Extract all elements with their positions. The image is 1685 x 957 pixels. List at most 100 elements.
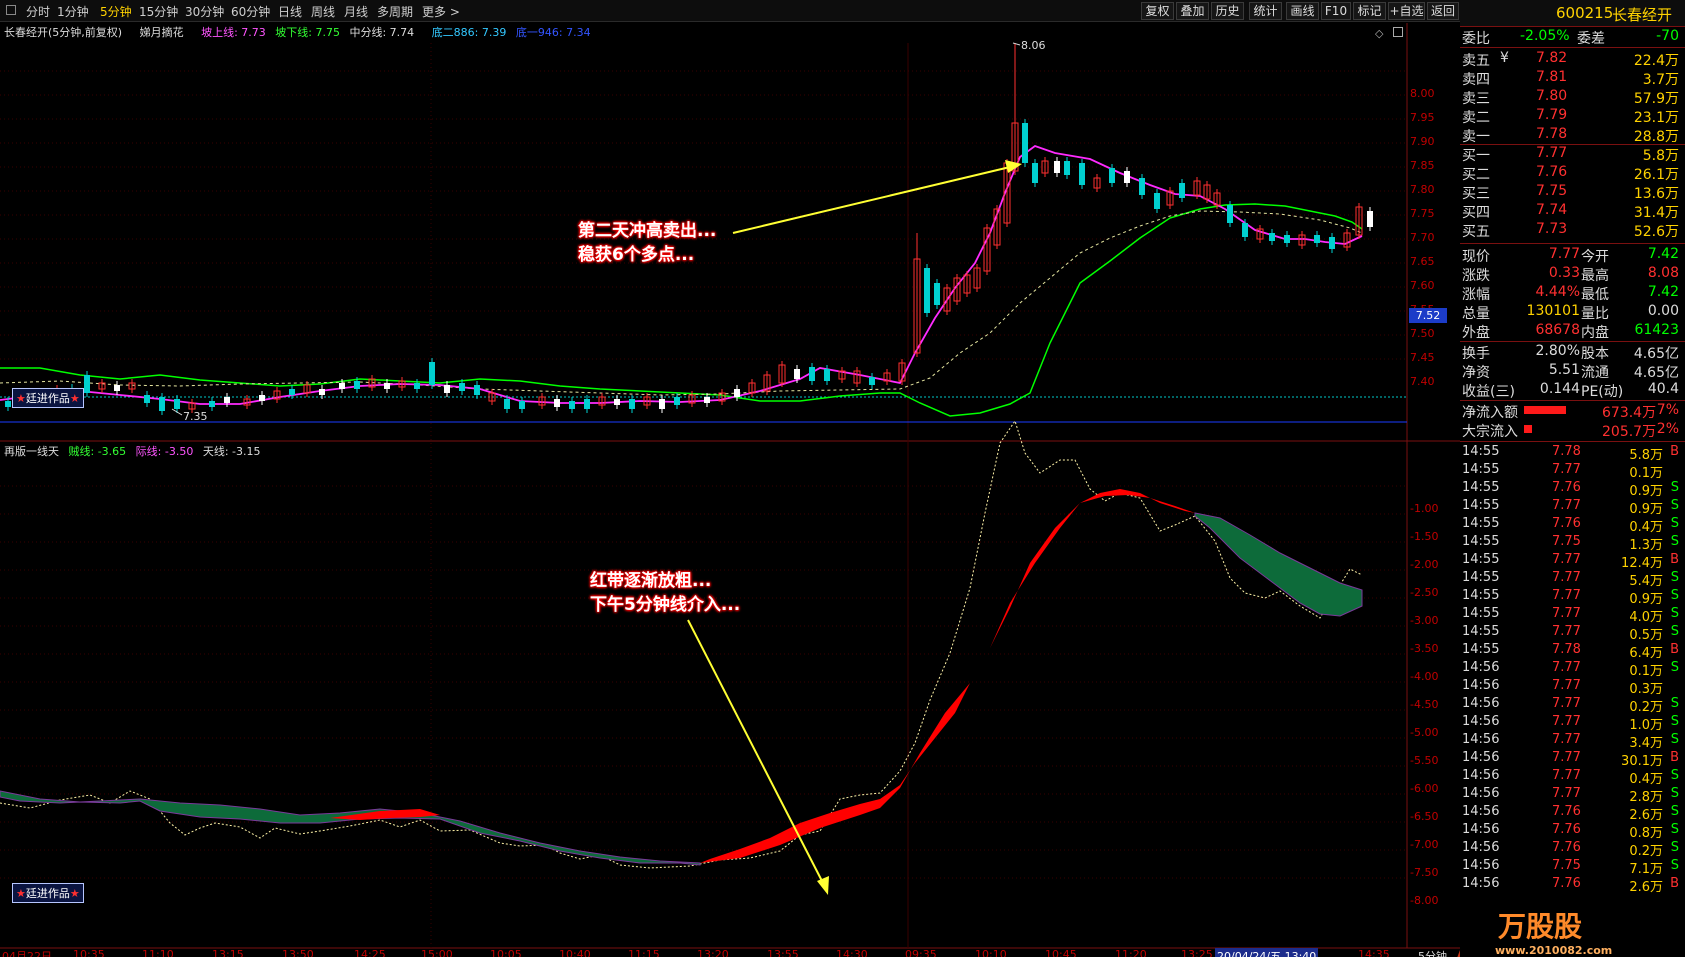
arrow-bottom-head [817, 876, 829, 895]
finance-cell: 0.144 [1539, 381, 1580, 397]
tick-row[interactable]: 14:56 7.75 7.1万 S [1460, 857, 1685, 877]
quote-cell: 最高 [1581, 268, 1609, 284]
chart-area[interactable]: 8.06 7.35 长春经开(5分钟,前复权) 娣月摘花 坡上线: 7.73 坡… [0, 23, 1460, 957]
quote-cell: 130101 [1526, 303, 1580, 319]
tick-cell: S [1670, 696, 1679, 711]
fund-flow-cell: 净流入额 [1462, 405, 1518, 421]
tick-cell: 7.77 [1552, 750, 1581, 765]
tick-cell: S [1670, 660, 1679, 675]
window-menu-icon[interactable] [6, 5, 16, 15]
tick-row[interactable]: 14:56 7.77 2.8万 S [1460, 785, 1685, 805]
tab-weekly[interactable]: 周线 [311, 3, 335, 20]
sub-title[interactable]: 再版一线天 [4, 445, 59, 458]
orderbook-price: 7.77 [1536, 145, 1568, 161]
finance-cell: 换手 [1462, 346, 1490, 362]
orderbook-row[interactable]: 卖三 7.80 57.9万 [1460, 87, 1685, 107]
tab-60min[interactable]: 60分钟 [231, 3, 270, 20]
orderbook-row[interactable]: 买五 7.73 52.6万 [1460, 220, 1685, 240]
adjust-button[interactable]: 复权 [1141, 2, 1174, 20]
tick-row[interactable]: 14:56 7.76 0.2万 S [1460, 839, 1685, 859]
tick-row[interactable]: 14:55 7.77 4.0万 S [1460, 605, 1685, 625]
tab-fenshi[interactable]: 分时 [26, 3, 50, 20]
history-button[interactable]: 历史 [1211, 2, 1244, 20]
time-tick-label: 10:45 [1045, 948, 1077, 957]
tick-cell: 7.76 [1552, 822, 1581, 837]
tick-row[interactable]: 14:56 7.77 0.3万 [1460, 677, 1685, 697]
orderbook-row[interactable]: 买三 7.75 13.6万 [1460, 182, 1685, 202]
orderbook-row[interactable]: 卖一 7.78 28.8万 [1460, 125, 1685, 145]
time-tick-label: 11:10 [142, 948, 174, 957]
tick-row[interactable]: 14:56 7.77 0.2万 S [1460, 695, 1685, 715]
tick-cell: 7.77 [1552, 768, 1581, 783]
orderbook-volume: 28.8万 [1633, 129, 1679, 145]
tick-row[interactable]: 14:55 7.76 0.9万 S [1460, 479, 1685, 499]
tick-list[interactable]: 14:55 7.78 5.8万 B 14:55 7.77 0.1万 14:55 7.76 0.9万… [1460, 443, 1685, 957]
orderbook-row[interactable]: 买二 7.76 26.1万 [1460, 163, 1685, 183]
tick-row[interactable]: 14:56 7.77 0.4万 S [1460, 767, 1685, 787]
finance-cell: 股本 [1581, 346, 1609, 362]
tick-cell: 14:55 [1462, 498, 1500, 513]
orderbook-row[interactable]: 卖五 ¥7.82 22.4万 [1460, 49, 1685, 69]
tick-row[interactable]: 14:55 7.76 0.4万 S [1460, 515, 1685, 535]
tick-row[interactable]: 14:55 7.77 12.4万 B [1460, 551, 1685, 571]
tick-row[interactable]: 14:55 7.78 5.8万 B [1460, 443, 1685, 463]
back-button[interactable]: 返回 [1427, 2, 1459, 20]
tick-row[interactable]: 14:56 7.77 30.1万 B [1460, 749, 1685, 769]
tick-row[interactable]: 14:55 7.77 5.4万 S [1460, 569, 1685, 589]
upper-line-value: 坡上线: 7.73 [201, 26, 266, 39]
tick-row[interactable]: 14:56 7.77 3.4万 S [1460, 731, 1685, 751]
f10-button[interactable]: F10 [1321, 2, 1351, 20]
tab-1min[interactable]: 1分钟 [57, 3, 89, 20]
tick-row[interactable]: 14:56 7.77 1.0万 S [1460, 713, 1685, 733]
orderbook-row[interactable]: 买四 7.74 31.4万 [1460, 201, 1685, 221]
draw-button[interactable]: 画线 [1286, 2, 1319, 20]
tab-5min[interactable]: 5分钟 [100, 3, 132, 20]
main-legend: 长春经开(5分钟,前复权) 娣月摘花 坡上线: 7.73 坡下线: 7.75 中… [4, 24, 591, 40]
ribbon-green-right [1194, 512, 1363, 617]
tick-cell: 14:55 [1462, 534, 1500, 549]
diamond-icon[interactable]: ◇ [1375, 27, 1383, 40]
tick-row[interactable]: 14:56 7.76 2.6万 B [1460, 875, 1685, 895]
skyline-dotted [0, 419, 1363, 869]
tab-15min[interactable]: 15分钟 [139, 3, 178, 20]
tick-row[interactable]: 14:55 7.77 0.9万 S [1460, 587, 1685, 607]
tick-cell: B [1670, 750, 1679, 765]
tick-cell: 14:55 [1462, 624, 1500, 639]
stats-button[interactable]: 统计 [1249, 2, 1282, 20]
tab-more[interactable]: 更多 > [422, 3, 460, 20]
tick-row[interactable]: 14:56 7.76 0.8万 S [1460, 821, 1685, 841]
tick-row[interactable]: 14:55 7.75 1.3万 S [1460, 533, 1685, 553]
quote-cell: 内盘 [1581, 325, 1609, 341]
tick-cell: 14:55 [1462, 642, 1500, 657]
sub-tick-label: -4.00 [1410, 670, 1439, 683]
tick-row[interactable]: 14:55 7.77 0.9万 S [1460, 497, 1685, 517]
tick-cell: 7.78 [1552, 642, 1581, 657]
order-book: 卖五 ¥7.82 22.4万 卖四 7.81 3.7万 卖三 7.80 57.9万 卖二 7.79 2… [1460, 49, 1685, 241]
tick-row[interactable]: 14:55 7.77 0.5万 S [1460, 623, 1685, 643]
time-tick-label: 10:35 [73, 948, 105, 957]
tick-row[interactable]: 14:55 7.78 6.4万 B [1460, 641, 1685, 661]
orderbook-volume: 23.1万 [1633, 110, 1679, 126]
fund-flow-cell: 7% [1656, 402, 1679, 418]
tick-row[interactable]: 14:55 7.77 0.1万 [1460, 461, 1685, 481]
expand-icon[interactable] [1393, 27, 1403, 37]
orderbook-row[interactable]: 卖四 7.81 3.7万 [1460, 68, 1685, 88]
add-watchlist-button[interactable]: +自选 [1388, 2, 1425, 20]
bottom1-value: 底一946: 7.34 [515, 26, 591, 39]
overlay-button[interactable]: 叠加 [1176, 2, 1209, 20]
tab-monthly[interactable]: 月线 [344, 3, 368, 20]
tab-30min[interactable]: 30分钟 [185, 3, 224, 20]
fund-flow-bar [1524, 425, 1532, 433]
orderbook-volume: 57.9万 [1633, 91, 1679, 107]
tick-row[interactable]: 14:56 7.76 2.6万 S [1460, 803, 1685, 823]
orderbook-price: 7.75 [1536, 183, 1568, 199]
indicator-name[interactable]: 娣月摘花 [140, 26, 184, 39]
orderbook-volume: 22.4万 [1633, 53, 1679, 69]
orderbook-row[interactable]: 买一 7.77 5.8万 [1460, 144, 1685, 164]
tick-row[interactable]: 14:56 7.77 0.1万 S [1460, 659, 1685, 679]
tab-daily[interactable]: 日线 [278, 3, 302, 20]
tick-cell: 7.77 [1552, 786, 1581, 801]
orderbook-row[interactable]: 卖二 7.79 23.1万 [1460, 106, 1685, 126]
tab-multi-period[interactable]: 多周期 [377, 3, 413, 20]
mark-button[interactable]: 标记 [1353, 2, 1386, 20]
